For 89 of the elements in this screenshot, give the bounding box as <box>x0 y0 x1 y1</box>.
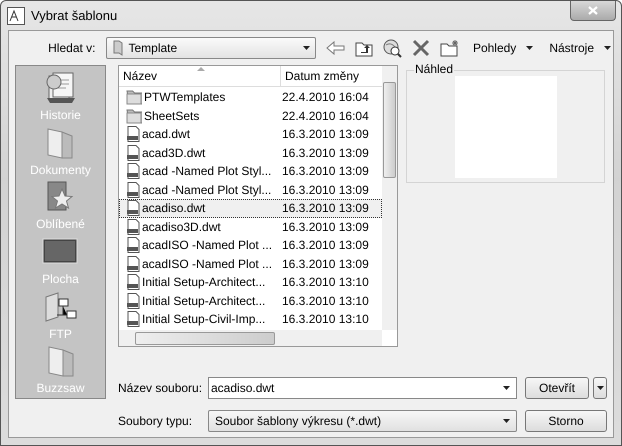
up-folder-icon <box>354 40 373 56</box>
date-modified: 22.4.2010 16:04 <box>281 108 369 123</box>
file-name: acad -Named Plot Styl... <box>142 164 272 178</box>
close-button[interactable] <box>570 1 616 21</box>
search-web-button[interactable] <box>382 38 402 58</box>
file-name: acadiso.dwt <box>142 201 206 216</box>
file-row[interactable]: acad -Named Plot Styl... 16.3.2010 13:09 <box>119 162 382 180</box>
document-icon <box>126 200 140 216</box>
back-icon <box>326 40 345 56</box>
file-row[interactable]: acadiso.dwt 16.3.2010 13:09 <box>119 199 382 218</box>
document-icon <box>126 274 140 290</box>
preview-label: Náhled <box>414 62 454 76</box>
sort-icon <box>197 67 205 71</box>
file-row[interactable]: acadiso3D.dwt 16.3.2010 13:09 <box>119 218 382 236</box>
date-modified: 22.4.2010 16:04 <box>281 90 369 104</box>
document-icon <box>126 144 140 161</box>
date-modified: 16.3.2010 13:10 <box>281 312 369 326</box>
tools-menu[interactable]: Nástroje <box>547 39 613 57</box>
document-icon <box>126 237 140 254</box>
file-name: acad -Named Plot Styl... <box>142 182 272 197</box>
back-button[interactable] <box>326 40 345 56</box>
look-in-label: Hledat v: <box>47 41 96 55</box>
date-modified: 16.3.2010 13:10 <box>281 275 369 290</box>
window-title: Vybrat šablonu <box>31 8 118 23</box>
file-row[interactable]: acadISO -Named Plot ... 16.3.2010 13:09 <box>119 236 382 254</box>
file-row[interactable]: acad -Named Plot Styl... 16.3.2010 13:09 <box>119 180 382 199</box>
file-name: acadISO -Named Plot ... <box>142 238 272 252</box>
file-row[interactable]: PTWTemplates 22.4.2010 16:04 <box>119 88 382 106</box>
open-button[interactable]: Otevřít <box>525 377 589 399</box>
document-icon <box>126 256 140 272</box>
file-name-field[interactable]: acadiso.dwt <box>208 377 517 399</box>
file-name-label: Název souboru: <box>118 381 204 395</box>
file-type-dropdown[interactable]: Soubor šablony výkresu (*.dwt) <box>208 410 517 432</box>
file-row[interactable]: Initial Setup-Civil-Imp... 16.3.2010 13:10 <box>119 310 382 328</box>
file-name: acad.dwt <box>142 127 190 142</box>
date-modified: 16.3.2010 13:10 <box>281 294 369 308</box>
date-modified: 16.3.2010 13:09 <box>281 164 369 178</box>
document-icon <box>126 182 140 198</box>
file-row[interactable]: acad.dwt 16.3.2010 13:09 <box>119 125 382 144</box>
caret-icon <box>596 386 604 390</box>
up-folder-button[interactable] <box>354 40 373 56</box>
caret-icon <box>503 419 510 423</box>
file-name: Initial Setup-Architect... <box>142 275 266 290</box>
file-name: Initial Setup-Civil-Imp... <box>142 312 266 326</box>
search-icon <box>382 38 402 58</box>
file-type-label: Soubory typu: <box>118 414 194 428</box>
file-name: Initial Setup-Architect... <box>142 294 266 308</box>
document-icon <box>126 292 140 309</box>
document-icon <box>126 218 140 235</box>
date-modified: 16.3.2010 13:09 <box>281 182 369 197</box>
document-icon <box>126 163 140 180</box>
file-row[interactable]: acadISO -Named Plot ... 16.3.2010 13:09 <box>119 254 382 273</box>
caret-icon <box>526 46 534 50</box>
close-icon <box>588 6 598 15</box>
file-name: acadISO -Named Plot ... <box>142 256 272 271</box>
delete-icon <box>412 39 430 57</box>
file-row[interactable]: acad3D.dwt 16.3.2010 13:09 <box>119 144 382 162</box>
vertical-scrollbar[interactable] <box>382 66 397 330</box>
views-menu[interactable]: Pohledy <box>470 39 536 57</box>
column-header[interactable]: Datum změny <box>281 66 360 86</box>
date-modified: 16.3.2010 13:09 <box>281 256 369 271</box>
caret-icon <box>503 386 510 390</box>
document-icon <box>126 311 140 328</box>
file-row[interactable]: SheetSets 22.4.2010 16:04 <box>119 106 382 125</box>
date-modified: 16.3.2010 13:09 <box>281 201 369 216</box>
app-icon <box>7 6 25 24</box>
caret-icon <box>604 46 611 50</box>
file-name: acadiso3D.dwt <box>142 220 221 234</box>
open-options-button[interactable] <box>593 377 607 399</box>
file-name: PTWTemplates <box>144 90 226 104</box>
new-folder-button[interactable] <box>440 39 459 57</box>
file-row[interactable]: Initial Setup-Architect... 16.3.2010 13:10 <box>119 292 382 310</box>
date-modified: 16.3.2010 13:09 <box>281 146 369 160</box>
folder-icon <box>112 40 122 56</box>
file-row[interactable]: Initial Setup-Architect... 16.3.2010 13:10 <box>119 273 382 292</box>
file-name: SheetSets <box>144 108 200 123</box>
date-modified: 16.3.2010 13:09 <box>281 127 369 142</box>
location-dropdown[interactable]: Template <box>106 37 316 59</box>
date-modified: 16.3.2010 13:09 <box>281 220 369 234</box>
document-icon <box>126 126 140 142</box>
delete-button[interactable] <box>412 39 430 57</box>
date-modified: 16.3.2010 13:09 <box>281 238 369 252</box>
folder-icon <box>126 108 142 124</box>
caret-icon <box>302 46 310 50</box>
cancel-button[interactable]: Storno <box>525 410 607 432</box>
horizontal-scrollbar[interactable] <box>119 330 382 346</box>
folder-icon <box>126 89 142 106</box>
file-name: acad3D.dwt <box>142 146 206 160</box>
new-folder-icon <box>440 39 459 57</box>
